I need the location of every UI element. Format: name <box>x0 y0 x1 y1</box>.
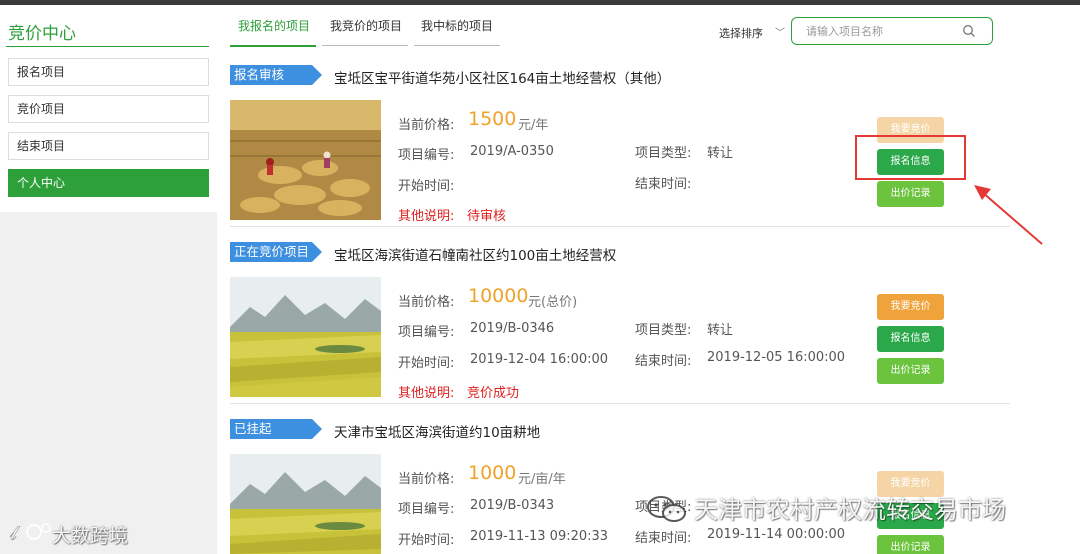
chevron-down-icon[interactable]: ﹀ <box>775 24 785 39</box>
signup-info-button[interactable]: 报名信息 <box>877 326 944 352</box>
wechat-icon <box>647 496 686 522</box>
project-type-value: 转让 <box>707 323 734 338</box>
current-price-label: 当前价格: <box>398 118 455 133</box>
watermark-logo-icon: 𝓁 <box>10 521 51 545</box>
watermark-left: 大数跨境 <box>52 525 129 547</box>
end-time-label: 结束时间: <box>635 177 692 192</box>
annotation-highlight-box <box>855 135 966 180</box>
other-note-value: 竞价成功 <box>467 386 520 401</box>
end-time-label: 结束时间: <box>635 531 692 546</box>
project-type-label: 项目类型: <box>635 146 692 161</box>
project-title[interactable]: 宝坻区海滨街道石幢南社区约100亩土地经营权 <box>334 244 616 264</box>
start-time-value: 2019-12-04 16:00:00 <box>470 352 609 367</box>
current-price-value: 1500 <box>468 108 517 130</box>
start-time-label: 开始时间: <box>398 179 455 194</box>
status-badge: 已挂起 <box>230 419 322 439</box>
bid-record-button[interactable]: 出价记录 <box>877 358 944 384</box>
status-badge: 报名审核 <box>230 65 322 85</box>
project-number-value: 2019/B-0346 <box>470 321 555 336</box>
svg-text:𝓁: 𝓁 <box>10 521 20 545</box>
price-unit: 元/年 <box>518 118 549 133</box>
main-panel: 我报名的项目 我竞价的项目 我中标的项目 选择排序 ﹀ 报名审核 宝坻区宝平街道… <box>217 5 1080 554</box>
sidebar-title: 竞价中心 <box>8 24 76 44</box>
search-box <box>791 17 993 45</box>
current-price-value: 1000 <box>468 462 517 484</box>
price-unit: 元/亩/年 <box>518 472 566 487</box>
end-time-label: 结束时间: <box>635 354 692 369</box>
search-icon[interactable] <box>962 24 976 38</box>
project-title[interactable]: 天津市宝坻区海滨街道约10亩耕地 <box>334 421 540 441</box>
project-thumbnail <box>230 277 381 397</box>
status-badge: 正在竞价项目 <box>230 242 322 262</box>
sidebar-item-signup-projects[interactable]: 报名项目 <box>8 58 209 86</box>
bid-record-button[interactable]: 出价记录 <box>877 181 944 207</box>
watermark-right: 天津市农村产权流转交易市场 <box>694 496 1006 524</box>
project-type-value: 转让 <box>707 146 734 161</box>
project-number-label: 项目编号: <box>398 148 455 163</box>
search-input[interactable] <box>806 23 956 39</box>
end-time-value: 2019-11-14 00:00:00 <box>707 527 846 542</box>
project-thumbnail <box>230 454 381 554</box>
sidebar-title-underline <box>6 46 209 47</box>
project-number-value: 2019/A-0350 <box>470 144 554 159</box>
sidebar-item-personal-center[interactable]: 个人中心 <box>8 169 209 197</box>
project-card: 已挂起 天津市宝坻区海滨街道约10亩耕地 当前价格: 1000 元/亩/年 项目… <box>217 419 1080 554</box>
price-unit: 元(总价) <box>528 295 578 310</box>
current-price-label: 当前价格: <box>398 295 455 310</box>
sidebar: 竞价中心 报名项目 竞价项目 结束项目 个人中心 <box>0 5 217 212</box>
project-thumbnail <box>230 100 381 220</box>
other-note-value: 待审核 <box>467 209 507 224</box>
tab-my-wins[interactable]: 我中标的项目 <box>421 17 493 47</box>
tab-my-signups-underline <box>230 45 316 47</box>
project-type-label: 项目类型: <box>635 323 692 338</box>
current-price-label: 当前价格: <box>398 472 455 487</box>
end-time-value: 2019-12-05 16:00:00 <box>707 350 846 365</box>
bid-button[interactable]: 我要竞价 <box>877 294 944 320</box>
tab-my-signups[interactable]: 我报名的项目 <box>238 17 310 47</box>
other-note-label: 其他说明: <box>398 386 455 401</box>
tab-my-bids[interactable]: 我竞价的项目 <box>330 17 402 47</box>
sidebar-item-bidding-projects[interactable]: 竞价项目 <box>8 95 209 123</box>
start-time-label: 开始时间: <box>398 533 455 548</box>
start-time-label: 开始时间: <box>398 356 455 371</box>
project-number-label: 项目编号: <box>398 325 455 340</box>
bid-record-button[interactable]: 出价记录 <box>877 535 944 554</box>
start-time-value: 2019-11-13 09:20:33 <box>470 529 609 544</box>
tab-my-wins-underline <box>414 45 500 46</box>
annotation-arrow-icon <box>974 185 1043 245</box>
divider <box>230 403 1010 404</box>
project-number-label: 项目编号: <box>398 502 455 517</box>
sort-select[interactable]: 选择排序 <box>719 25 763 41</box>
divider <box>230 226 1010 227</box>
sidebar-item-ended-projects[interactable]: 结束项目 <box>8 132 209 160</box>
project-card: 正在竞价项目 宝坻区海滨街道石幢南社区约100亩土地经营权 当前价格: 1000… <box>217 242 1080 402</box>
current-price-value: 10000 <box>468 285 529 307</box>
project-title[interactable]: 宝坻区宝平街道华苑小区社区164亩土地经营权（其他） <box>334 67 670 87</box>
project-number-value: 2019/B-0343 <box>470 498 555 513</box>
other-note-label: 其他说明: <box>398 209 455 224</box>
tab-my-bids-underline <box>322 45 408 46</box>
